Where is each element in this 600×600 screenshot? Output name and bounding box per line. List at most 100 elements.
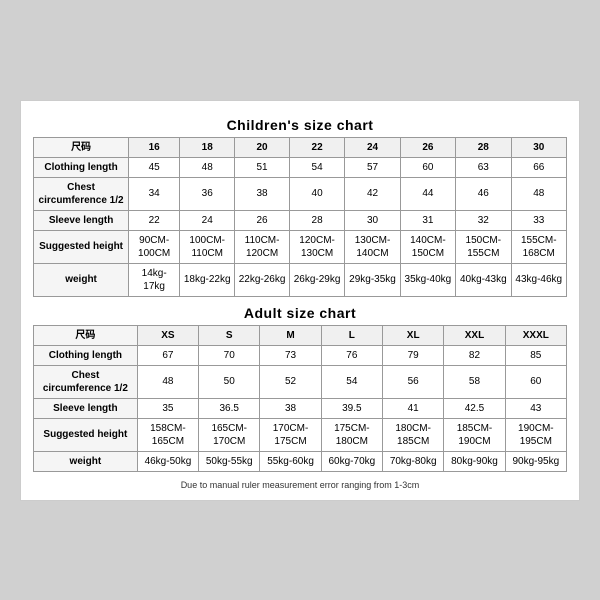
table-row: weight14kg-17kg18kg-22kg22kg-26kg26kg-29… xyxy=(34,263,567,296)
cell-value: 90CM-100CM xyxy=(129,230,180,263)
cell-value: 43kg-46kg xyxy=(511,263,566,296)
cell-value: 22 xyxy=(129,210,180,230)
cell-value: 31 xyxy=(400,210,455,230)
cell-value: 130CM-140CM xyxy=(345,230,400,263)
table-row: Chest circumference 1/23436384042444648 xyxy=(34,177,567,210)
chart-container: Children's size chart 尺码1618202224262830… xyxy=(20,100,580,501)
column-header: 尺码 xyxy=(34,325,138,345)
cell-value: 24 xyxy=(180,210,235,230)
children-chart-title: Children's size chart xyxy=(33,117,567,133)
cell-value: 45 xyxy=(129,157,180,177)
table-row: Suggested height158CM-165CM165CM-170CM17… xyxy=(34,418,567,451)
cell-value: 50 xyxy=(199,365,260,398)
cell-value: 54 xyxy=(321,365,382,398)
row-label: weight xyxy=(34,263,129,296)
cell-value: 79 xyxy=(383,345,444,365)
cell-value: 28 xyxy=(289,210,344,230)
table-row: Chest circumference 1/248505254565860 xyxy=(34,365,567,398)
cell-value: 42 xyxy=(345,177,400,210)
row-label: Suggested height xyxy=(34,418,138,451)
cell-value: 170CM-175CM xyxy=(260,418,321,451)
cell-value: 22kg-26kg xyxy=(235,263,290,296)
cell-value: 140CM-150CM xyxy=(400,230,455,263)
cell-value: 48 xyxy=(180,157,235,177)
cell-value: 40 xyxy=(289,177,344,210)
column-header: 尺码 xyxy=(34,137,129,157)
cell-value: 56 xyxy=(383,365,444,398)
column-header: 16 xyxy=(129,137,180,157)
cell-value: 180CM-185CM xyxy=(383,418,444,451)
row-label: Suggested height xyxy=(34,230,129,263)
cell-value: 41 xyxy=(383,398,444,418)
table-row: Suggested height90CM-100CM100CM-110CM110… xyxy=(34,230,567,263)
cell-value: 58 xyxy=(444,365,505,398)
column-header: 26 xyxy=(400,137,455,157)
cell-value: 175CM-180CM xyxy=(321,418,382,451)
cell-value: 34 xyxy=(129,177,180,210)
table-row: Sleeve length3536.53839.54142.543 xyxy=(34,398,567,418)
cell-value: 35kg-40kg xyxy=(400,263,455,296)
cell-value: 80kg-90kg xyxy=(444,451,505,471)
cell-value: 70 xyxy=(199,345,260,365)
cell-value: 73 xyxy=(260,345,321,365)
row-label: Clothing length xyxy=(34,157,129,177)
table-row: Clothing length4548515457606366 xyxy=(34,157,567,177)
column-header: XXL xyxy=(444,325,505,345)
table-row: Sleeve length2224262830313233 xyxy=(34,210,567,230)
column-header: M xyxy=(260,325,321,345)
cell-value: 63 xyxy=(456,157,511,177)
cell-value: 52 xyxy=(260,365,321,398)
cell-value: 55kg-60kg xyxy=(260,451,321,471)
column-header: 18 xyxy=(180,137,235,157)
cell-value: 67 xyxy=(137,345,198,365)
table-row: weight46kg-50kg50kg-55kg55kg-60kg60kg-70… xyxy=(34,451,567,471)
column-header: XS xyxy=(137,325,198,345)
cell-value: 38 xyxy=(235,177,290,210)
column-header: L xyxy=(321,325,382,345)
cell-value: 44 xyxy=(400,177,455,210)
cell-value: 36.5 xyxy=(199,398,260,418)
row-label: Chest circumference 1/2 xyxy=(34,177,129,210)
column-header: 28 xyxy=(456,137,511,157)
cell-value: 110CM-120CM xyxy=(235,230,290,263)
cell-value: 40kg-43kg xyxy=(456,263,511,296)
children-size-table: 尺码1618202224262830 Clothing length454851… xyxy=(33,137,567,297)
cell-value: 14kg-17kg xyxy=(129,263,180,296)
cell-value: 46 xyxy=(456,177,511,210)
cell-value: 48 xyxy=(511,177,566,210)
cell-value: 165CM-170CM xyxy=(199,418,260,451)
cell-value: 51 xyxy=(235,157,290,177)
cell-value: 158CM-165CM xyxy=(137,418,198,451)
row-label: weight xyxy=(34,451,138,471)
cell-value: 36 xyxy=(180,177,235,210)
cell-value: 46kg-50kg xyxy=(137,451,198,471)
cell-value: 76 xyxy=(321,345,382,365)
cell-value: 35 xyxy=(137,398,198,418)
cell-value: 33 xyxy=(511,210,566,230)
cell-value: 60 xyxy=(505,365,566,398)
cell-value: 85 xyxy=(505,345,566,365)
row-label: Sleeve length xyxy=(34,398,138,418)
cell-value: 90kg-95kg xyxy=(505,451,566,471)
cell-value: 30 xyxy=(345,210,400,230)
cell-value: 50kg-55kg xyxy=(199,451,260,471)
column-header: XXXL xyxy=(505,325,566,345)
measurement-note: Due to manual ruler measurement error ra… xyxy=(33,480,567,490)
cell-value: 26kg-29kg xyxy=(289,263,344,296)
adult-size-table: 尺码XSSMLXLXXLXXXL Clothing length67707376… xyxy=(33,325,567,472)
cell-value: 38 xyxy=(260,398,321,418)
cell-value: 66 xyxy=(511,157,566,177)
cell-value: 43 xyxy=(505,398,566,418)
cell-value: 39.5 xyxy=(321,398,382,418)
cell-value: 70kg-80kg xyxy=(383,451,444,471)
cell-value: 150CM-155CM xyxy=(456,230,511,263)
cell-value: 57 xyxy=(345,157,400,177)
row-label: Chest circumference 1/2 xyxy=(34,365,138,398)
cell-value: 185CM-190CM xyxy=(444,418,505,451)
cell-value: 18kg-22kg xyxy=(180,263,235,296)
cell-value: 32 xyxy=(456,210,511,230)
cell-value: 48 xyxy=(137,365,198,398)
row-label: Sleeve length xyxy=(34,210,129,230)
cell-value: 42.5 xyxy=(444,398,505,418)
cell-value: 60kg-70kg xyxy=(321,451,382,471)
